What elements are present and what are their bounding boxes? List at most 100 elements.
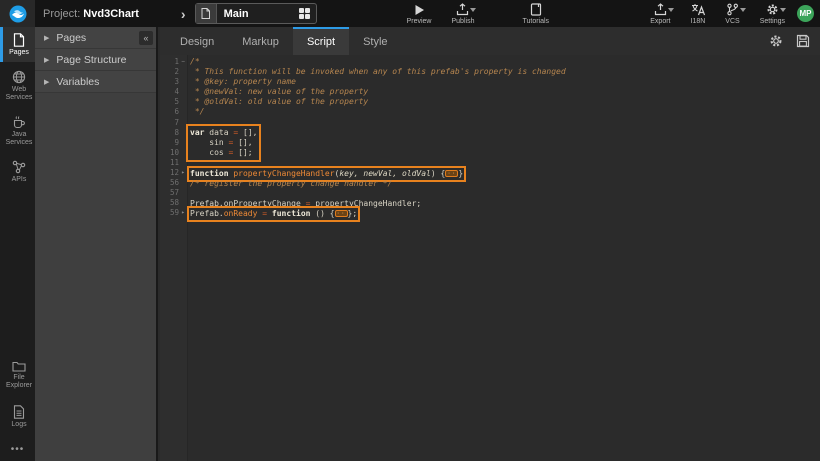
settings-label: Settings (760, 18, 785, 25)
globe-icon (12, 70, 26, 84)
tab-markup[interactable]: Markup (228, 27, 293, 55)
export-label: Export (650, 18, 670, 25)
accordion-variables[interactable]: ▶ Variables (35, 71, 156, 93)
project-name: Nvd3Chart (83, 8, 139, 20)
code-line: * @oldVal: old value of the property (190, 97, 820, 107)
code-line: */ (190, 107, 820, 117)
app-logo[interactable] (0, 0, 35, 27)
collapse-panel-button[interactable]: « (139, 31, 153, 45)
fold-marker-icon[interactable]: ▸ (179, 168, 187, 178)
rail-item-logs[interactable]: Logs (0, 399, 35, 434)
upload-icon (654, 3, 667, 16)
code-line (190, 189, 820, 199)
tutorials-button[interactable]: Tutorials (518, 3, 553, 25)
fold-marker-icon (179, 107, 187, 117)
gutter-line: 6 (160, 107, 187, 117)
code-line (190, 118, 820, 128)
pages-panel: ▶ Pages « ▶ Page Structure ▶ Variables (35, 27, 158, 461)
triangle-right-icon: ▶ (44, 56, 49, 64)
code-line: function propertyChangeHandler(key, newV… (190, 169, 820, 179)
accordion-page-structure[interactable]: ▶ Page Structure (35, 49, 156, 71)
rail-item-apis[interactable]: APIs (0, 154, 35, 189)
gutter-line: 12▸ (160, 168, 187, 178)
fold-marker-icon (179, 67, 187, 77)
accordion-label: Pages (56, 32, 86, 44)
gutter-line: 11 (160, 158, 187, 168)
rail-label: Logs (11, 421, 26, 429)
code-line: * This function will be invoked when any… (190, 67, 820, 77)
accordion-pages[interactable]: ▶ Pages « (35, 27, 156, 49)
wavemaker-logo-icon (9, 5, 27, 23)
fold-marker-icon (179, 118, 187, 128)
caret-down-icon (668, 8, 674, 12)
gutter-line: 58 (160, 198, 187, 208)
rail-label: Pages (9, 49, 29, 57)
fold-marker-icon[interactable]: ▸ (179, 208, 187, 218)
left-rail: Pages Web Services Java Services (0, 27, 35, 461)
code-line: var data = [], (190, 128, 257, 138)
code-line: cos = []; (190, 148, 257, 158)
page-selector-value: Main (224, 8, 299, 20)
gutter-line: 5 (160, 97, 187, 107)
folded-code-widget[interactable]: ·· (335, 210, 348, 217)
book-icon (530, 3, 542, 16)
tab-script[interactable]: Script (293, 27, 349, 55)
rail-item-java-services[interactable]: Java Services (0, 109, 35, 152)
publish-button[interactable]: Publish (448, 3, 479, 25)
settings-button[interactable]: Settings (756, 3, 789, 25)
gutter-line: 59▸ (160, 208, 187, 218)
save-icon[interactable] (796, 34, 810, 48)
gear-icon (766, 3, 779, 16)
gutter-line: 2 (160, 67, 187, 77)
tab-bar: Design Markup Script Style (160, 27, 820, 55)
top-bar: Project:Nvd3Chart › Main Preview (0, 0, 820, 27)
gutter-line: 9 (160, 138, 187, 148)
more-options-icon[interactable]: ••• (0, 438, 35, 457)
gutter-line: 8 (160, 128, 187, 138)
project-label: Project: (43, 8, 80, 20)
upload-icon (456, 3, 469, 16)
preview-button[interactable]: Preview (403, 3, 436, 25)
gutter-line: 57 (160, 188, 187, 198)
grid-icon[interactable] (299, 8, 310, 19)
project-title: Project:Nvd3Chart (43, 8, 139, 20)
gutter-line: 1− (160, 57, 187, 67)
page-selector[interactable]: Main (195, 3, 317, 24)
branch-icon (726, 3, 739, 16)
export-button[interactable]: Export (646, 3, 674, 25)
fold-marker-icon[interactable]: − (179, 57, 187, 67)
gutter-line: 4 (160, 87, 187, 97)
code-line: * @newVal: new value of the property (190, 87, 820, 97)
coffee-icon (12, 115, 26, 129)
fold-marker-icon (179, 178, 187, 188)
rail-item-pages[interactable]: Pages (0, 27, 35, 62)
annotation-box: var data = [], sin = [], cos = []; (190, 128, 257, 158)
fold-marker-icon (179, 158, 187, 168)
main-area: Design Markup Script Style (160, 27, 820, 461)
rail-item-web-services[interactable]: Web Services (0, 64, 35, 107)
i18n-label: I18N (691, 18, 706, 25)
folded-code-widget[interactable]: ·· (445, 170, 458, 177)
tab-style[interactable]: Style (349, 27, 401, 55)
caret-down-icon (740, 8, 746, 12)
annotation-box: function propertyChangeHandler(key, newV… (190, 169, 463, 179)
code-line: Prefab.onPropertyChange = propertyChange… (190, 199, 820, 209)
editor-settings-gear-icon[interactable] (769, 34, 783, 48)
fold-marker-icon (179, 128, 187, 138)
i18n-button[interactable]: I18N (687, 3, 710, 25)
user-avatar[interactable]: MP (797, 5, 814, 22)
rail-item-file-explorer[interactable]: File Explorer (0, 354, 35, 395)
fold-marker-icon (179, 198, 187, 208)
chevron-right-icon[interactable]: › (181, 6, 186, 22)
vcs-button[interactable]: VCS (721, 3, 743, 25)
rail-label: APIs (12, 176, 27, 184)
log-icon (13, 405, 25, 419)
tab-design[interactable]: Design (166, 27, 228, 55)
annotation-box: Prefab.onReady = function () {··}; (190, 209, 357, 219)
accordion-label: Page Structure (56, 54, 126, 66)
gutter-line: 3 (160, 77, 187, 87)
triangle-right-icon: ▶ (44, 78, 49, 86)
script-editor[interactable]: 1−23456789101112▸56575859▸ /* * This fun… (160, 55, 820, 461)
gutter-line: 56 (160, 178, 187, 188)
fold-marker-icon (179, 87, 187, 97)
